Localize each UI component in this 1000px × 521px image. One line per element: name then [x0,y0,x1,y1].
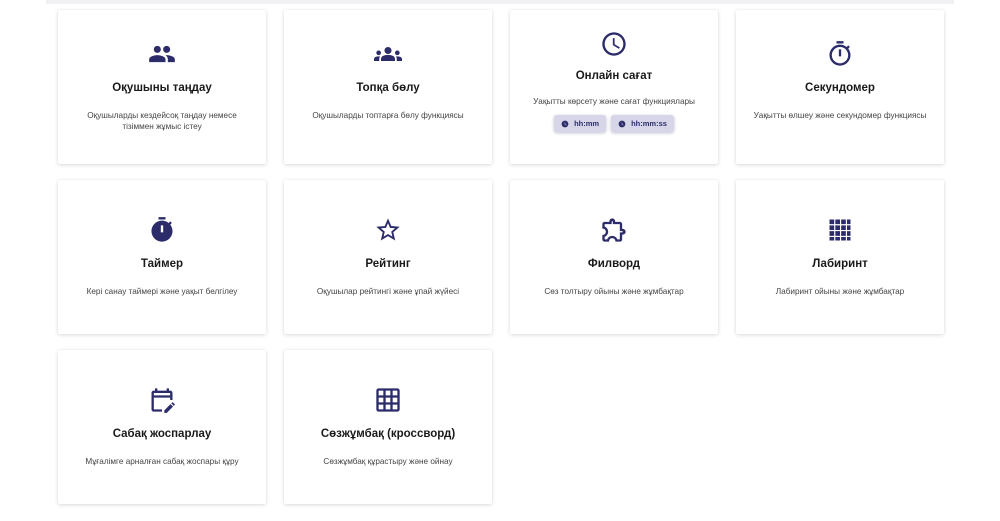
tool-card-rating[interactable]: Рейтинг Оқушылар рейтингі және ұпай жүйе… [284,180,492,334]
tool-card-crossword[interactable]: Сөзжұмбақ (кроссворд) Сөзжұмбақ құрастыр… [284,350,492,504]
puzzle-icon [600,216,628,244]
tool-card-stopwatch[interactable]: Секундомер Уақытты өлшеу және секундомер… [736,10,944,164]
tool-card-group-split[interactable]: Топқа бөлу Оқушыларды топтарға бөлу функ… [284,10,492,164]
card-title: Секундомер [805,82,875,94]
star-icon [374,216,402,244]
card-description: Оқушыларды топтарға бөлу функциясы [312,111,464,120]
card-title: Сабақ жоспарлау [112,428,212,440]
tools-grid: Оқушыны таңдау Оқушыларды кездейсоқ таңд… [58,10,944,504]
format-hhmm-button[interactable]: hh:mm [554,115,607,132]
card-title: Онлайн сағат [575,70,653,82]
tool-card-online-clock[interactable]: Онлайн сағат Уақытты көрсету және сағат … [510,10,718,164]
card-description: Уақытты өлшеу және секундомер функциясы [753,111,927,120]
tool-card-word-search[interactable]: Филворд Сөз толтыру ойыны және жұмбақтар [510,180,718,334]
tool-card-student-picker[interactable]: Оқушыны таңдау Оқушыларды кездейсоқ таңд… [58,10,266,164]
format-label: hh:mm [574,119,600,128]
card-description: Лабиринт ойыны және жұмбақтар [775,287,905,296]
groups-icon [374,40,402,68]
card-title: Сөзжұмбақ (кроссворд) [320,428,456,440]
tool-card-timer[interactable]: Таймер Кері санау таймері және уақыт бел… [58,180,266,334]
clock-icon [561,120,569,128]
card-description: Уақытты көрсету және сағат функциялары [533,97,695,106]
edit-calendar-icon [148,386,176,414]
card-description: Оқушылар рейтингі және ұпай жүйесі [316,287,460,296]
tool-card-lesson-planning[interactable]: Сабақ жоспарлау Мұғалімге арналған сабақ… [58,350,266,504]
card-title: Топқа бөлу [356,82,420,94]
top-divider [46,0,954,4]
card-description: Сөз толтыру ойыны және жұмбақтар [544,287,684,296]
card-description: Кері санау таймері және уақыт белгілеу [86,287,238,296]
clock-icon [600,30,628,58]
card-title: Таймер [140,258,184,270]
stopwatch-icon [826,40,854,68]
clock-icon [618,120,626,128]
format-hhmmss-button[interactable]: hh:mm:ss [611,115,674,132]
card-description: Оқушыларды кездейсоқ таңдау немесе тізім… [87,111,237,131]
grid-dense-icon [826,216,854,244]
card-description: Сөзжұмбақ құрастыру және ойнау [323,457,453,466]
card-title: Рейтинг [365,258,411,270]
grid-icon [374,386,402,414]
card-title: Филворд [587,258,641,270]
time-format-options: hh:mm hh:mm:ss [554,115,674,132]
card-title: Лабиринт [812,258,868,270]
format-label: hh:mm:ss [631,119,667,128]
card-description: Мұғалімге арналған сабақ жоспары құру [85,457,239,466]
tool-card-labyrinth[interactable]: Лабиринт Лабиринт ойыны және жұмбақтар [736,180,944,334]
people-icon [148,40,176,68]
timer-icon [148,216,176,244]
card-title: Оқушыны таңдау [112,82,212,94]
